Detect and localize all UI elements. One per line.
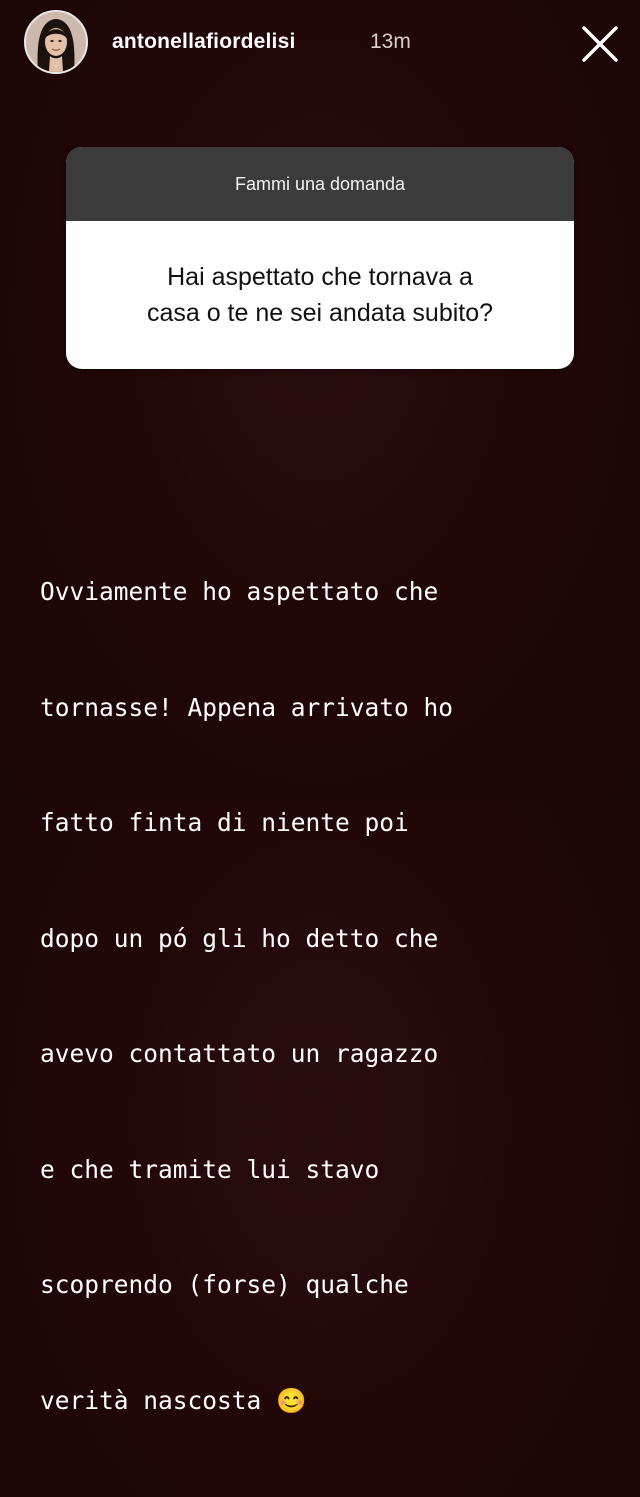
- close-icon: [582, 26, 618, 62]
- answer-line: Ovviamente ho aspettato che: [40, 577, 439, 606]
- question-text: Hai aspettato che tornava a casa o te ne …: [147, 259, 493, 331]
- answer-line: avevo contattato un ragazzo: [40, 1039, 439, 1068]
- answer-line: fatto finta di niente poi: [40, 808, 409, 837]
- answer-line: tornasse! Appena arrivato ho: [40, 692, 454, 722]
- post-time: 13m: [370, 30, 411, 53]
- question-sticker-body: Hai aspettato che tornava a casa o te ne …: [66, 221, 574, 369]
- question-line-2: casa o te ne sei andata subito?: [146, 299, 494, 327]
- question-sticker-header: Fammi una domanda: [66, 147, 574, 221]
- story-header: antonellafiordelisi 13m: [0, 0, 640, 90]
- close-button[interactable]: [578, 22, 622, 66]
- question-sticker[interactable]: Fammi una domanda Hai aspettato che torn…: [66, 147, 574, 369]
- profile-avatar[interactable]: [24, 10, 88, 74]
- answer-line: verità nascosta 😊: [40, 1385, 307, 1415]
- question-line-1: Hai aspettato che tornava a: [167, 263, 473, 291]
- answer-line: dopo un pó gli ho detto che: [40, 923, 439, 953]
- answer-text: Ovviamente ho aspettato che tornasse! Ap…: [40, 496, 620, 1497]
- username[interactable]: antonellafiordelisi: [112, 30, 296, 54]
- answer-line: e che tramite lui stavo: [40, 1154, 380, 1184]
- story-view: antonellafiordelisi 13m Fammi una domand…: [0, 0, 640, 1415]
- avatar-image: [26, 12, 86, 72]
- answer-line: scoprendo (forse) qualche: [40, 1270, 409, 1299]
- question-sticker-title: Fammi una domanda: [234, 173, 406, 194]
